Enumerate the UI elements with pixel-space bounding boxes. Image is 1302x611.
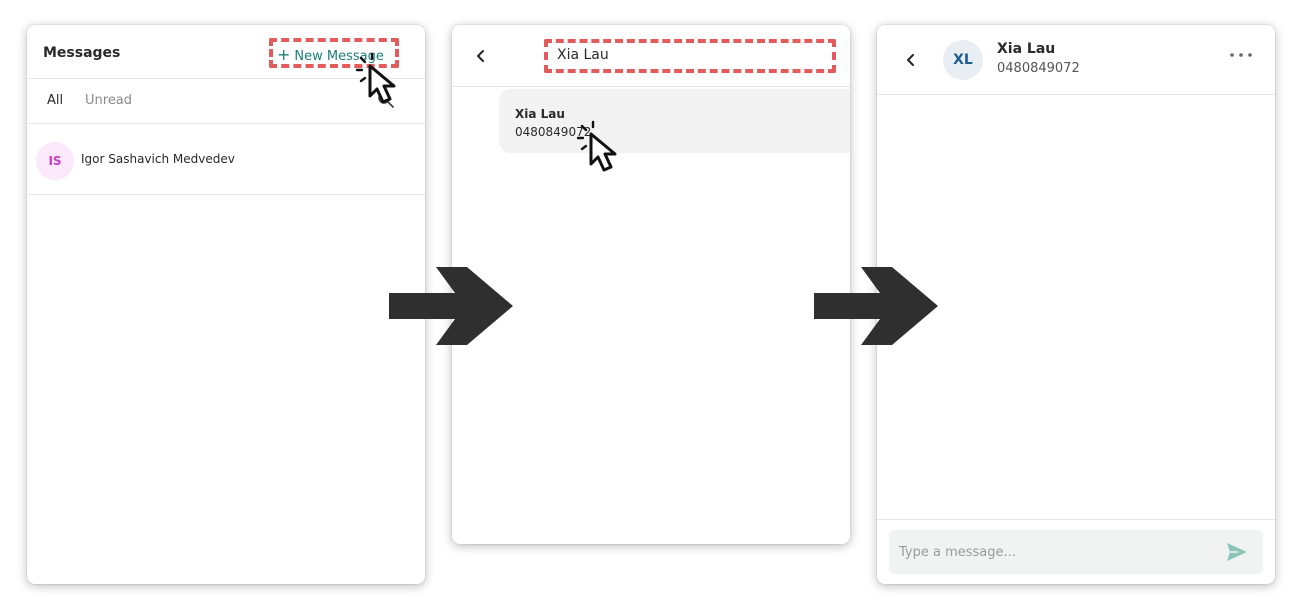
cursor-icon (355, 52, 396, 104)
send-icon[interactable] (1225, 541, 1249, 563)
divider (27, 194, 425, 195)
divider (877, 94, 1275, 95)
message-composer (889, 530, 1263, 574)
avatar: XL (943, 40, 983, 80)
plus-icon: + (277, 45, 291, 64)
contact-phone: 0480849072 (997, 61, 1080, 76)
page-title: Messages (43, 45, 121, 61)
back-icon[interactable] (474, 49, 488, 63)
contact-name: Igor Sashavich Medvedev (81, 152, 235, 166)
contact-name: Xia Lau (997, 41, 1056, 57)
message-input[interactable] (899, 542, 1199, 562)
divider (877, 519, 1275, 520)
tab-unread[interactable]: Unread (85, 93, 132, 108)
search-result[interactable] (499, 89, 850, 153)
more-icon[interactable] (1229, 50, 1253, 60)
result-name: Xia Lau (515, 107, 565, 121)
cursor-icon (576, 120, 617, 172)
search-input[interactable]: Xia Lau (557, 47, 609, 63)
list-item[interactable]: IS Igor Sashavich Medvedev (27, 124, 425, 194)
tab-all[interactable]: All (47, 93, 63, 108)
back-icon[interactable] (904, 53, 918, 67)
avatar: IS (36, 142, 74, 180)
arrow-right-icon (389, 267, 513, 345)
arrow-right-icon (814, 267, 938, 345)
divider (452, 86, 850, 87)
